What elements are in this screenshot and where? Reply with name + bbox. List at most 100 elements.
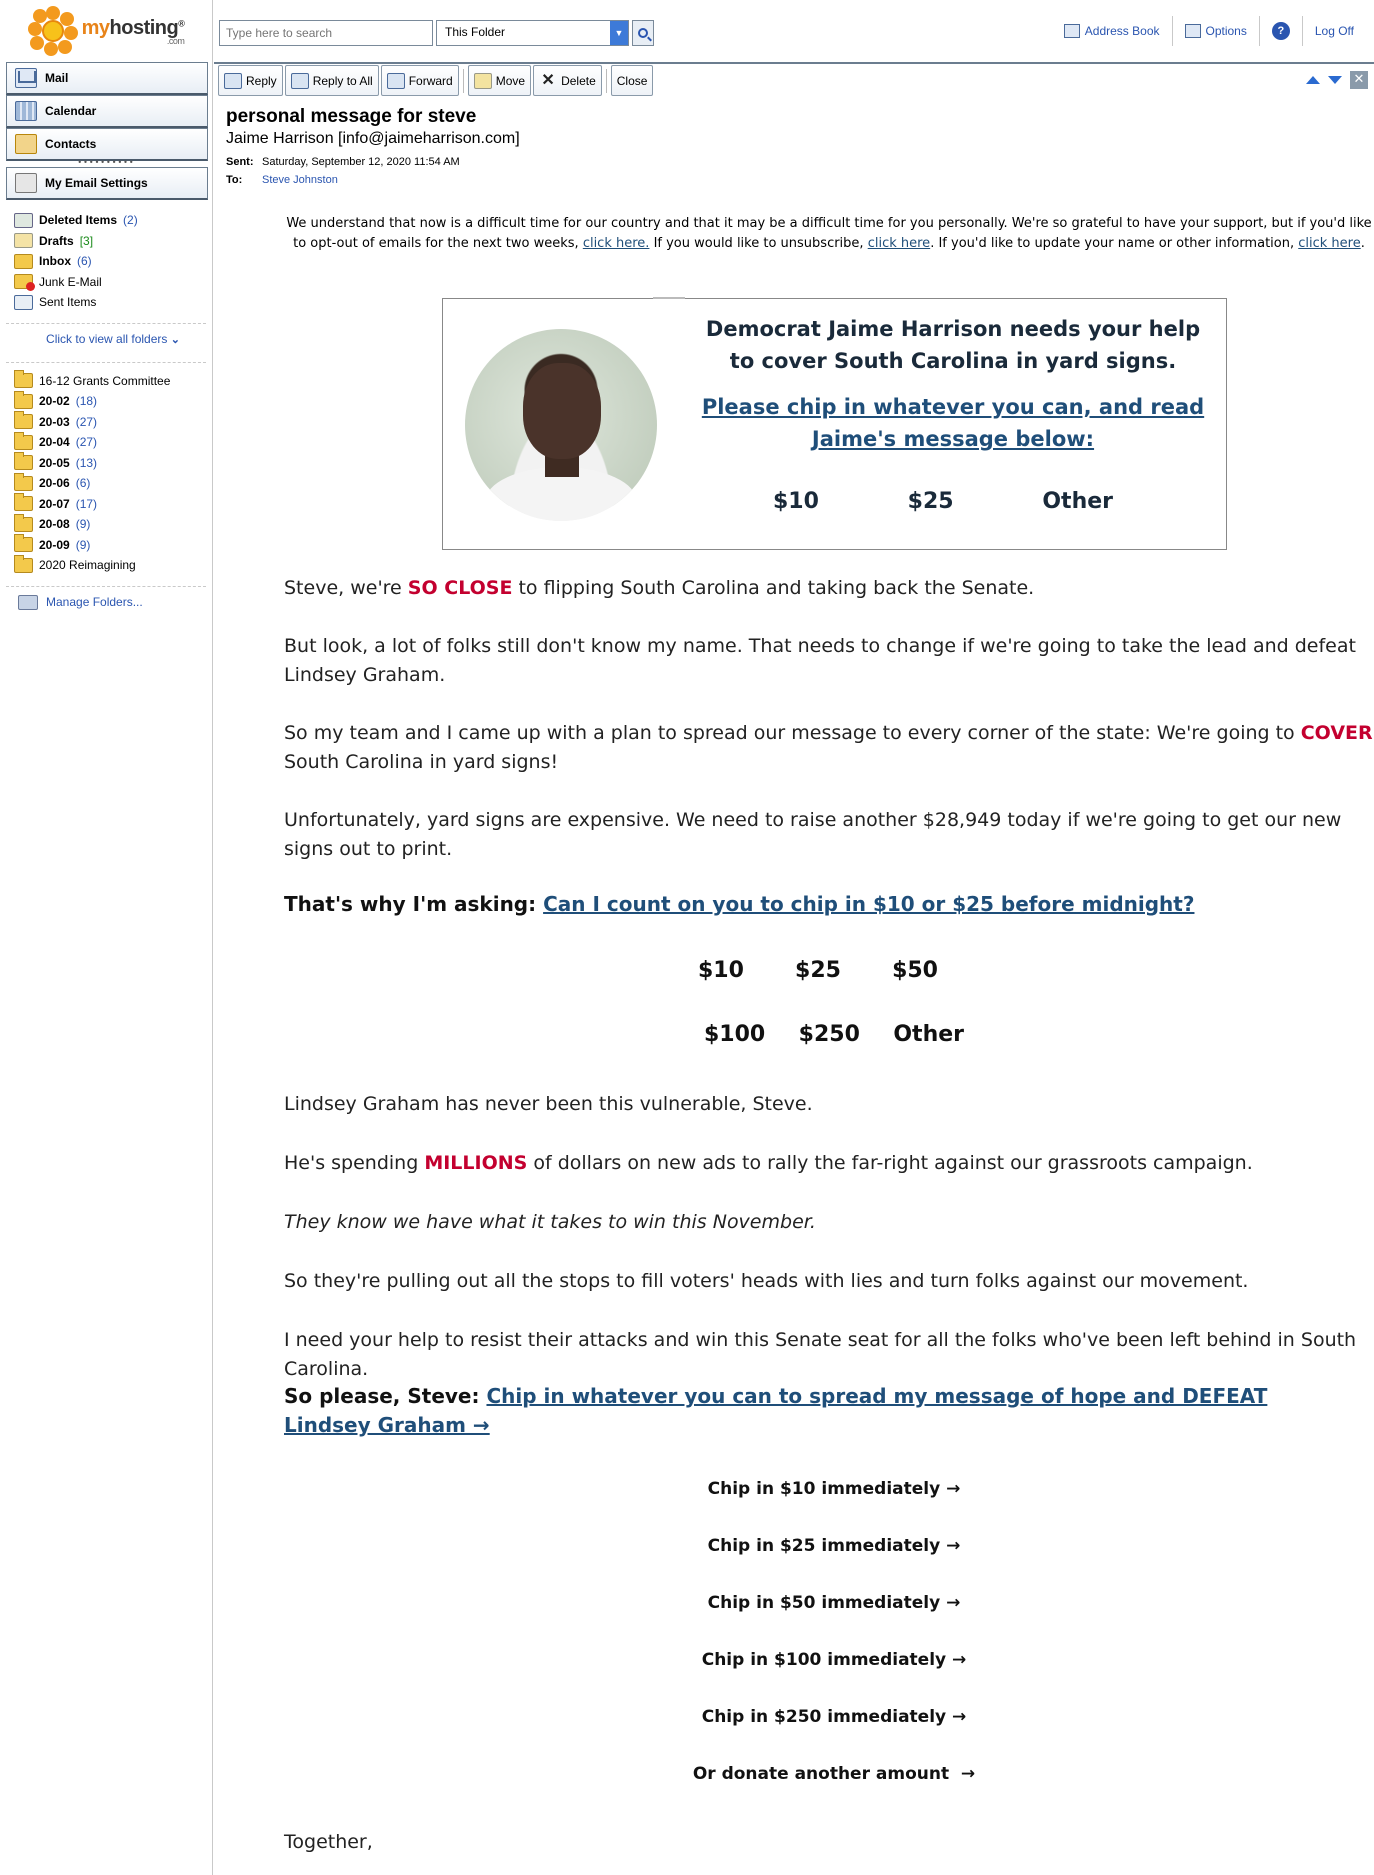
candidate-photo <box>465 329 657 521</box>
delete-x-icon: ✕ <box>541 71 555 89</box>
left-sidebar: myhosting® .com Mail Calendar Contacts •… <box>0 0 213 1875</box>
folder-item[interactable]: 20-06 (6) <box>14 472 212 494</box>
folder-sent[interactable]: Sent Items <box>14 292 212 313</box>
folder-deleted-items[interactable]: Deleted Items (2) <box>14 210 212 231</box>
chip-in-250-link[interactable]: Chip in $250 immediately → <box>614 1707 1054 1727</box>
nav-contacts[interactable]: Contacts <box>6 128 208 161</box>
help-link[interactable]: ? <box>1260 16 1303 46</box>
manage-folders-link[interactable]: Manage Folders... <box>0 594 212 610</box>
chip-in-10-link[interactable]: Chip in $10 immediately → <box>614 1479 1054 1499</box>
nav-email-settings[interactable]: My Email Settings <box>6 167 208 200</box>
myhosting-logo[interactable]: myhosting® .com <box>0 0 212 62</box>
amount-button[interactable]: $25 <box>795 958 841 983</box>
folder-item[interactable]: 16-12 Grants Committee <box>14 370 212 392</box>
opt-out-link[interactable]: click here. <box>583 236 650 251</box>
folder-item[interactable]: 20-02 (18) <box>14 390 212 412</box>
paragraph: He's spending MILLIONS of dollars on new… <box>284 1149 1374 1178</box>
forward-icon <box>386 72 405 89</box>
folder-item[interactable]: 20-05 (13) <box>14 452 212 474</box>
amount-button[interactable]: $10 <box>698 958 744 983</box>
folder-item[interactable]: 20-03 (27) <box>14 411 212 433</box>
search-input[interactable] <box>219 20 433 46</box>
folder-item[interactable]: 20-09 (9) <box>14 534 212 556</box>
folder-icon <box>14 411 33 430</box>
sent-row: Sent: Saturday, September 12, 2020 11:54 … <box>226 156 520 174</box>
next-message-icon[interactable] <box>1328 76 1342 84</box>
folder-count: (18) <box>75 394 98 409</box>
banner-headline: Democrat Jaime Harrison needs your help … <box>705 317 1201 373</box>
folder-name: 20-02 <box>39 394 70 409</box>
divider <box>6 585 206 587</box>
amount-button[interactable]: Other <box>893 1022 964 1047</box>
nav-calendar[interactable]: Calendar <box>6 95 208 128</box>
message-from: Jaime Harrison [info@jaimeharrison.com] <box>226 130 520 147</box>
amount-button[interactable]: $50 <box>892 958 938 983</box>
reply-all-button[interactable]: Reply to All <box>284 65 379 96</box>
banner-donate-link[interactable]: Please chip in whatever you can, and rea… <box>693 391 1213 455</box>
dropdown-arrow-icon[interactable]: ▼ <box>610 21 628 45</box>
paragraph: So my team and I came up with a plan to … <box>284 719 1374 777</box>
close-icon[interactable]: ✕ <box>1350 71 1368 89</box>
forward-button[interactable]: Forward <box>380 65 459 96</box>
folder-inbox[interactable]: Inbox (6) <box>14 251 212 272</box>
notice-text: If you would like to unsubscribe, <box>653 236 864 251</box>
donate-other-link[interactable]: Or donate another amount → <box>614 1764 1054 1784</box>
paragraph: Lindsey Graham has never been this vulne… <box>284 1093 813 1115</box>
folder-count: (17) <box>75 496 98 511</box>
donation-banner: Democrat Jaime Harrison needs your help … <box>442 297 1227 550</box>
chip-in-25-link[interactable]: Chip in $25 immediately → <box>614 1536 1054 1556</box>
folder-drafts[interactable]: Drafts [3] <box>14 231 212 252</box>
amount-button[interactable]: $100 <box>704 1022 765 1047</box>
log-off-link[interactable]: Log Off <box>1303 16 1366 46</box>
log-off-label: Log Off <box>1314 24 1354 38</box>
folder-name: Junk E-Mail <box>39 274 102 289</box>
folder-name: 20-04 <box>39 435 70 450</box>
message-header: personal message for steve Jaime Harriso… <box>226 106 520 192</box>
amount-button[interactable]: $250 <box>799 1022 860 1047</box>
folder-name: Deleted Items <box>39 213 118 228</box>
previous-message-icon[interactable] <box>1306 76 1320 84</box>
folder-name: 20-07 <box>39 496 70 511</box>
close-button[interactable]: Close <box>610 65 654 96</box>
view-all-folders-link[interactable]: Click to view all folders ⌄ <box>14 332 212 352</box>
notice-text: . <box>1360 236 1365 251</box>
folder-icon <box>14 390 33 409</box>
chip-in-50-link[interactable]: Chip in $50 immediately → <box>614 1593 1054 1613</box>
unsubscribe-link[interactable]: click here <box>868 236 930 251</box>
reply-button[interactable]: Reply <box>218 65 283 96</box>
update-info-link[interactable]: click here <box>1298 236 1360 251</box>
options-link[interactable]: Options <box>1173 16 1260 46</box>
search-scope-select[interactable]: This Folder ▼ <box>436 20 629 46</box>
emphasis-text: SO CLOSE <box>407 577 513 599</box>
folder-name: 20-06 <box>39 476 70 491</box>
address-book-link[interactable]: Address Book <box>1052 16 1173 46</box>
nav-mail[interactable]: Mail <box>6 62 208 95</box>
paragraph: So they're pulling out all the stops to … <box>284 1270 1249 1292</box>
mail-icon <box>15 68 37 88</box>
magnifier-icon <box>638 28 648 38</box>
banner-amount-button[interactable]: $10 <box>773 489 819 514</box>
junk-mail-icon <box>14 274 35 292</box>
folder-junk[interactable]: Junk E-Mail <box>14 272 212 293</box>
folder-count: (9) <box>75 537 91 552</box>
folder-name: 20-09 <box>39 537 70 552</box>
folder-icon <box>14 554 33 573</box>
delete-button[interactable]: ✕ Delete <box>533 65 602 96</box>
flower-logo-icon <box>27 6 78 56</box>
folder-item[interactable]: 20-08 (9) <box>14 513 212 535</box>
help-icon: ? <box>1271 22 1290 40</box>
banner-amount-button[interactable]: $25 <box>908 489 954 514</box>
folder-item[interactable]: 2020 Reimagining <box>14 554 212 576</box>
chip-in-link[interactable]: Can I count on you to chip in $10 or $25… <box>543 892 1194 916</box>
search-button[interactable] <box>632 20 654 46</box>
amount-row: $10 $25 $50 <box>698 958 938 983</box>
folder-item[interactable]: 20-04 (27) <box>14 431 212 453</box>
close-label: Close <box>616 73 648 88</box>
folder-item[interactable]: 20-07 (17) <box>14 493 212 515</box>
move-button[interactable]: Move <box>467 65 532 96</box>
calendar-icon <box>15 101 37 121</box>
banner-amount-button[interactable]: Other <box>1042 489 1113 514</box>
para-bold: So please, Steve: <box>284 1384 487 1408</box>
chip-in-100-link[interactable]: Chip in $100 immediately → <box>614 1650 1054 1670</box>
to-recipient[interactable]: Steve Johnston <box>262 174 338 192</box>
